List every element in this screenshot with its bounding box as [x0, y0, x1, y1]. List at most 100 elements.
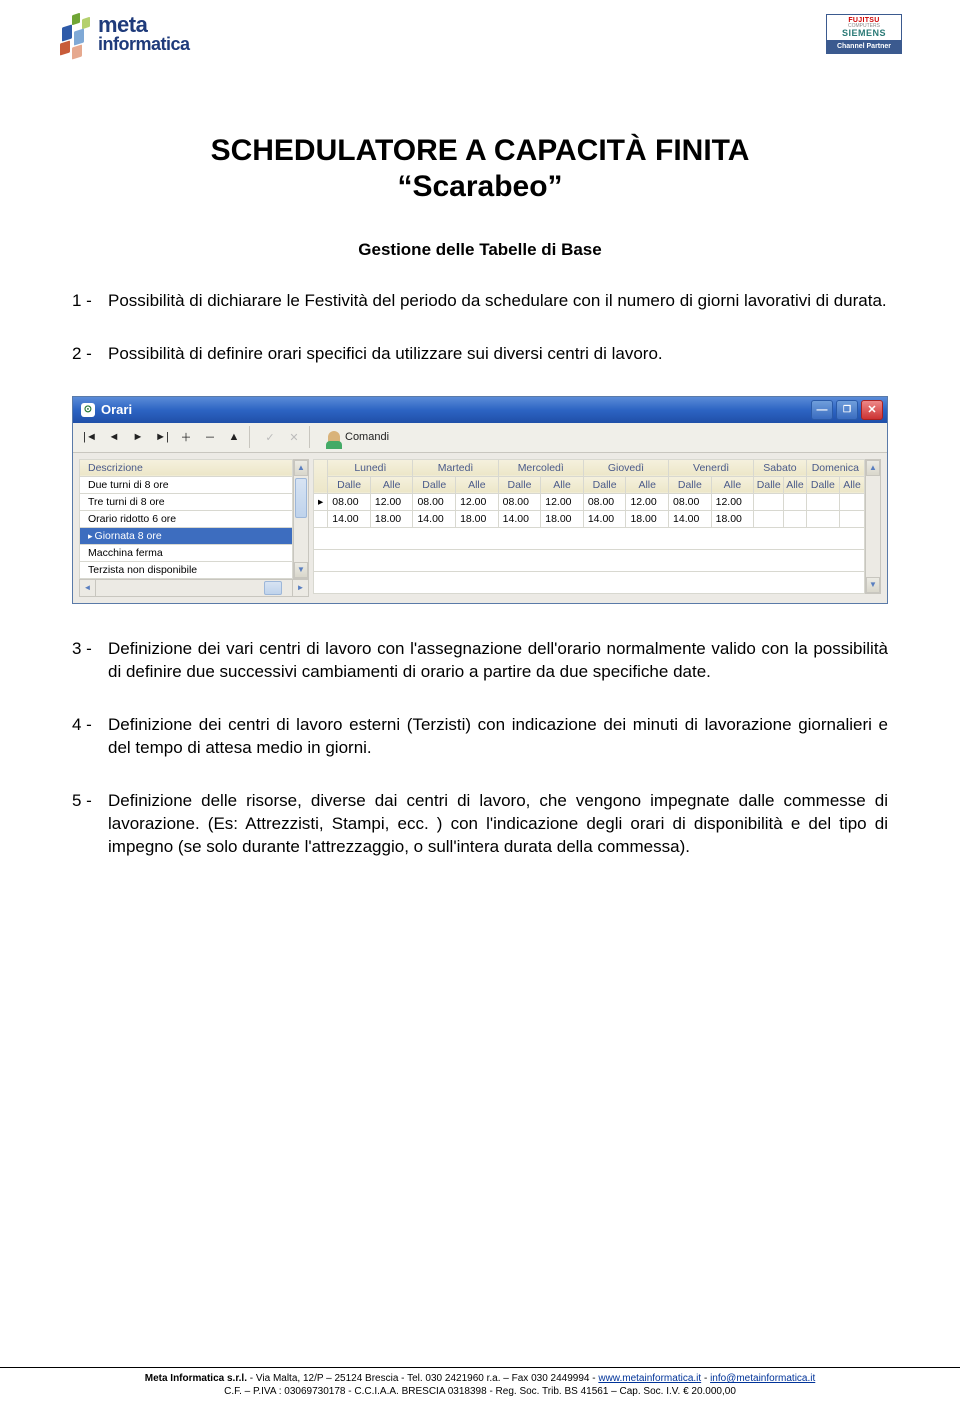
footer-sep: - — [701, 1373, 710, 1384]
time-cell[interactable] — [754, 510, 784, 527]
paragraph-3: 3 - Definizione dei vari centri di lavor… — [72, 638, 888, 684]
subcol-header: Alle — [784, 476, 806, 493]
descrizione-table[interactable]: Descrizione Due turni di 8 oreTre turni … — [79, 459, 293, 579]
page-footer: Meta Informatica s.r.l. - Via Malta, 12/… — [0, 1367, 960, 1398]
time-cell[interactable]: 08.00 — [583, 493, 626, 510]
descrizione-cell[interactable]: Terzista non disponibile — [80, 561, 293, 578]
badge-brand2: SIEMENS — [842, 28, 886, 38]
descrizione-cell[interactable]: Macchina ferma — [80, 544, 293, 561]
descrizione-cell[interactable]: Giornata 8 ore — [80, 527, 293, 544]
time-cell[interactable]: 12.00 — [456, 493, 499, 510]
subcol-header: Alle — [840, 476, 865, 493]
time-cell[interactable]: 18.00 — [626, 510, 669, 527]
day-header: Giovedì — [583, 459, 668, 476]
time-cell[interactable]: 14.00 — [413, 510, 456, 527]
day-header: Martedì — [413, 459, 498, 476]
time-cell[interactable]: 08.00 — [669, 493, 712, 510]
time-cell[interactable] — [806, 510, 839, 527]
comandi-button[interactable]: Comandi — [319, 426, 398, 448]
time-cell[interactable]: 12.00 — [626, 493, 669, 510]
subcol-header: Dalle — [583, 476, 626, 493]
time-cell[interactable] — [806, 493, 839, 510]
time-cell[interactable]: 18.00 — [711, 510, 754, 527]
window-titlebar[interactable]: ⊙ Orari — ❐ ✕ — [73, 397, 887, 423]
time-cell[interactable] — [784, 510, 806, 527]
company-logo: meta informatica — [58, 14, 190, 54]
time-cell[interactable]: 14.00 — [498, 510, 541, 527]
paragraph-4-text: Definizione dei centri di lavoro esterni… — [108, 714, 888, 760]
nav-next-button[interactable]: ► — [127, 426, 149, 448]
subcol-header: Dalle — [498, 476, 541, 493]
paragraph-1-text: Possibilità di dichiarare le Festività d… — [108, 290, 888, 313]
scroll-left-icon[interactable]: ◄ — [80, 580, 96, 596]
scroll-down-icon[interactable]: ▼ — [866, 577, 880, 593]
cancel-button[interactable]: ✕ — [283, 426, 305, 448]
paragraph-5: 5 - Definizione delle risorse, diverse d… — [72, 790, 888, 859]
subcol-header: Alle — [541, 476, 584, 493]
orari-table[interactable]: LunedìMartedìMercoledìGiovedìVenerdìSaba… — [313, 459, 865, 594]
time-cell[interactable] — [784, 493, 806, 510]
orari-window: ⊙ Orari — ❐ ✕ |◄ ◄ ► ►| ＋ － ▲ ✓ ✕ Comand… — [72, 396, 888, 604]
close-button[interactable]: ✕ — [861, 400, 883, 420]
scroll-right-icon[interactable]: ► — [292, 580, 308, 596]
scroll-up-icon[interactable]: ▲ — [866, 460, 880, 476]
time-cell[interactable]: 08.00 — [413, 493, 456, 510]
footer-email-link[interactable]: info@metainformatica.it — [710, 1373, 815, 1384]
subcol-header: Alle — [626, 476, 669, 493]
window-title: Orari — [101, 402, 132, 417]
time-cell[interactable]: 08.00 — [498, 493, 541, 510]
logo-mark-icon — [58, 14, 92, 54]
subcol-header: Dalle — [754, 476, 784, 493]
paragraph-3-text: Definizione dei vari centri di lavoro co… — [108, 638, 888, 684]
subcol-header: Dalle — [413, 476, 456, 493]
day-header: Domenica — [806, 459, 864, 476]
minimize-button[interactable]: — — [811, 400, 833, 420]
time-cell[interactable]: 08.00 — [328, 493, 371, 510]
window-toolbar: |◄ ◄ ► ►| ＋ － ▲ ✓ ✕ Comandi — [73, 423, 887, 453]
add-button[interactable]: ＋ — [175, 426, 197, 448]
edit-button[interactable]: ▲ — [223, 426, 245, 448]
left-h-scrollbar[interactable]: ◄ ► — [79, 579, 309, 597]
left-scrollbar[interactable]: ▲ ▼ — [293, 459, 309, 579]
paragraph-4: 4 - Definizione dei centri di lavoro est… — [72, 714, 888, 760]
time-cell[interactable]: 12.00 — [711, 493, 754, 510]
descrizione-cell[interactable]: Due turni di 8 ore — [80, 476, 293, 493]
time-cell[interactable]: 14.00 — [669, 510, 712, 527]
right-scrollbar[interactable]: ▲ ▼ — [865, 459, 881, 594]
paragraph-2-num: 2 - — [72, 343, 108, 366]
person-icon — [328, 431, 340, 443]
subcol-header: Alle — [370, 476, 413, 493]
remove-button[interactable]: － — [199, 426, 221, 448]
row-marker — [314, 510, 328, 527]
scroll-up-icon[interactable]: ▲ — [294, 460, 308, 476]
day-header: Lunedì — [328, 459, 413, 476]
footer-company: Meta Informatica s.r.l. — [145, 1373, 247, 1384]
empty-row — [314, 527, 865, 549]
descrizione-cell[interactable]: Orario ridotto 6 ore — [80, 510, 293, 527]
time-cell[interactable]: 18.00 — [456, 510, 499, 527]
time-cell[interactable]: 12.00 — [370, 493, 413, 510]
nav-last-button[interactable]: ►| — [151, 426, 173, 448]
footer-website-link[interactable]: www.metainformatica.it — [598, 1373, 701, 1384]
time-cell[interactable]: 12.00 — [541, 493, 584, 510]
subcol-header: Dalle — [328, 476, 371, 493]
scroll-down-icon[interactable]: ▼ — [294, 562, 308, 578]
time-cell[interactable] — [754, 493, 784, 510]
confirm-button[interactable]: ✓ — [259, 426, 281, 448]
descrizione-header: Descrizione — [80, 459, 293, 476]
time-cell[interactable]: 14.00 — [328, 510, 371, 527]
restore-button[interactable]: ❐ — [836, 400, 858, 420]
time-cell[interactable] — [840, 510, 865, 527]
nav-prev-button[interactable]: ◄ — [103, 426, 125, 448]
descrizione-cell[interactable]: Tre turni di 8 ore — [80, 493, 293, 510]
row-marker: ▸ — [314, 493, 328, 510]
paragraph-1-num: 1 - — [72, 290, 108, 313]
time-cell[interactable]: 18.00 — [541, 510, 584, 527]
nav-first-button[interactable]: |◄ — [79, 426, 101, 448]
time-cell[interactable] — [840, 493, 865, 510]
time-cell[interactable]: 18.00 — [370, 510, 413, 527]
subcol-header: Alle — [456, 476, 499, 493]
subcol-header: Alle — [711, 476, 754, 493]
time-cell[interactable]: 14.00 — [583, 510, 626, 527]
paragraph-2-text: Possibilità di definire orari specifici … — [108, 343, 888, 366]
